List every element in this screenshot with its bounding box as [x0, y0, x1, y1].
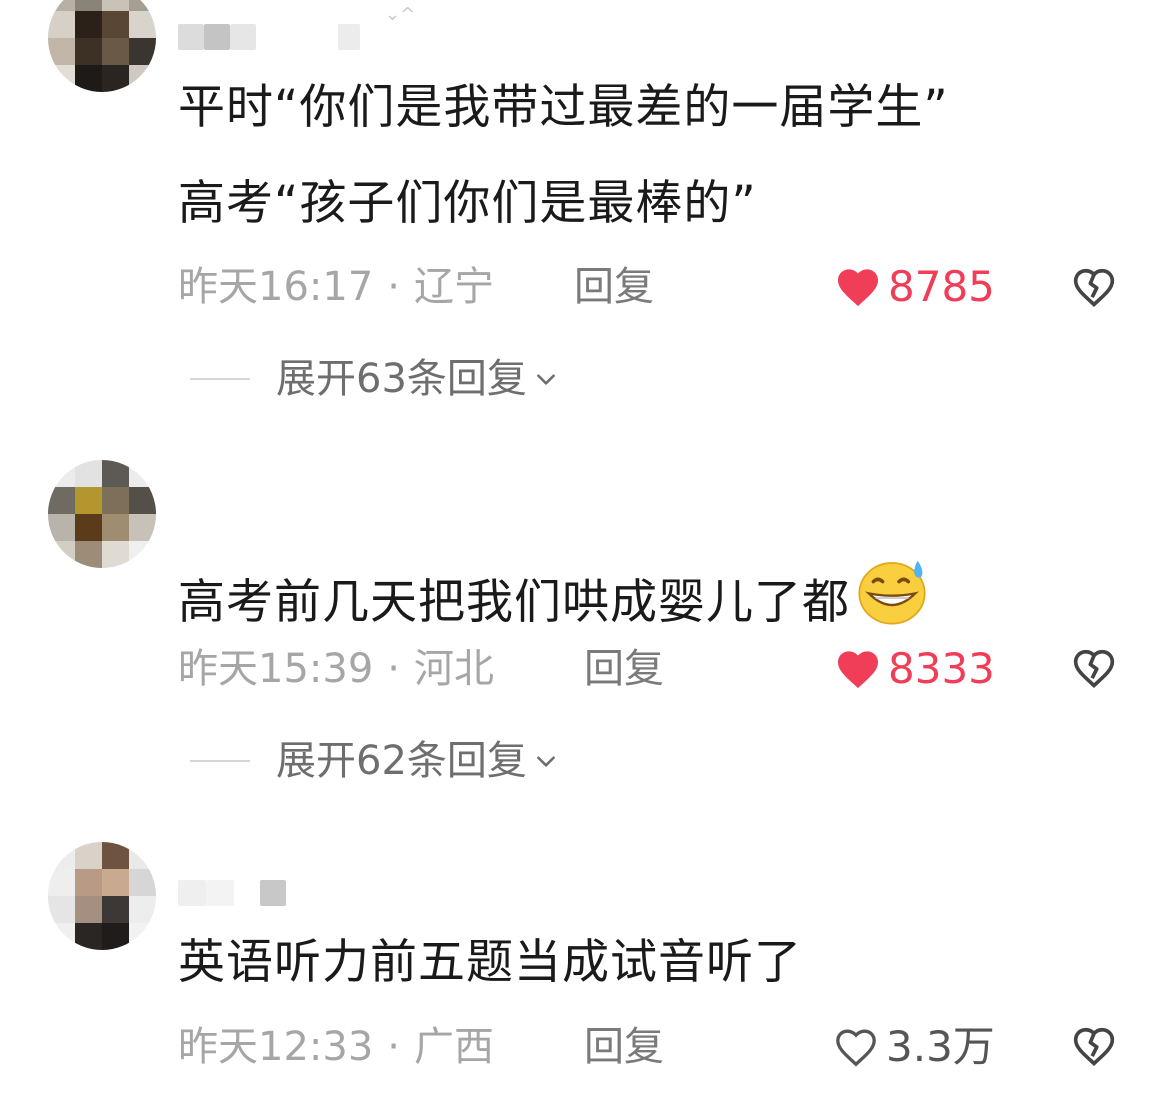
expand-replies-label: 展开62条回复: [276, 738, 527, 784]
comment-meta: 昨天16:17 · 辽宁: [178, 263, 494, 311]
avatar[interactable]: [48, 842, 156, 950]
heart-filled-icon: [838, 269, 878, 307]
expand-replies-button[interactable]: 展开63条回复: [190, 355, 559, 403]
broken-heart-icon[interactable]: [1072, 266, 1116, 310]
meta-separator: ·: [387, 264, 400, 310]
heart-outline-icon: [836, 1029, 876, 1067]
meta-separator: ·: [387, 1024, 400, 1070]
meta-separator: ·: [387, 646, 400, 692]
heart-filled-icon: [838, 651, 878, 689]
comment-location: 广西: [414, 1024, 494, 1070]
like-count: 3.3万: [886, 1022, 995, 1071]
like-count: 8785: [888, 262, 995, 311]
comment-meta: 昨天12:33 · 广西: [178, 1023, 494, 1071]
broken-heart-icon[interactable]: [1072, 1025, 1116, 1069]
comment-text-line: 平时“你们是我带过最差的一届学生”: [178, 80, 949, 135]
chevron-down-icon: [537, 374, 555, 385]
broken-heart-icon[interactable]: [1072, 647, 1116, 691]
avatar[interactable]: [48, 460, 156, 568]
reply-button[interactable]: 回复: [584, 1023, 664, 1071]
comment-text-line: 高考“孩子们你们是最棒的”: [178, 176, 757, 231]
like-count: 8333: [888, 644, 995, 693]
avatar[interactable]: [48, 0, 156, 92]
comment-text-line: 英语听力前五题当成试音听了: [178, 935, 802, 990]
divider-dash: [190, 760, 250, 762]
like-button[interactable]: 8785: [836, 263, 995, 311]
like-button[interactable]: 8333: [836, 645, 995, 693]
divider-dash: [190, 378, 250, 380]
comment-location: 辽宁: [414, 264, 494, 310]
comment-location: 河北: [414, 646, 494, 692]
chevron-down-icon: [537, 756, 555, 767]
expand-replies-button[interactable]: 展开62条回复: [190, 737, 559, 785]
comment-text: 高考前几天把我们哄成婴儿了都: [178, 575, 850, 630]
grinning-sweat-emoji-icon: [858, 560, 926, 625]
comment-time: 昨天16:17: [178, 264, 374, 310]
like-button[interactable]: 3.3万: [834, 1023, 995, 1071]
comment-text-line: 高考前几天把我们哄成婴儿了都: [178, 556, 930, 631]
reply-button[interactable]: 回复: [574, 263, 654, 311]
reply-button[interactable]: 回复: [584, 645, 664, 693]
expand-replies-label: 展开63条回复: [276, 356, 527, 402]
comment-time: 昨天12:33: [178, 1024, 374, 1070]
caret-marks: ⌄^: [385, 4, 416, 25]
comment-meta: 昨天15:39 · 河北: [178, 645, 494, 693]
comment-time: 昨天15:39: [178, 646, 374, 692]
